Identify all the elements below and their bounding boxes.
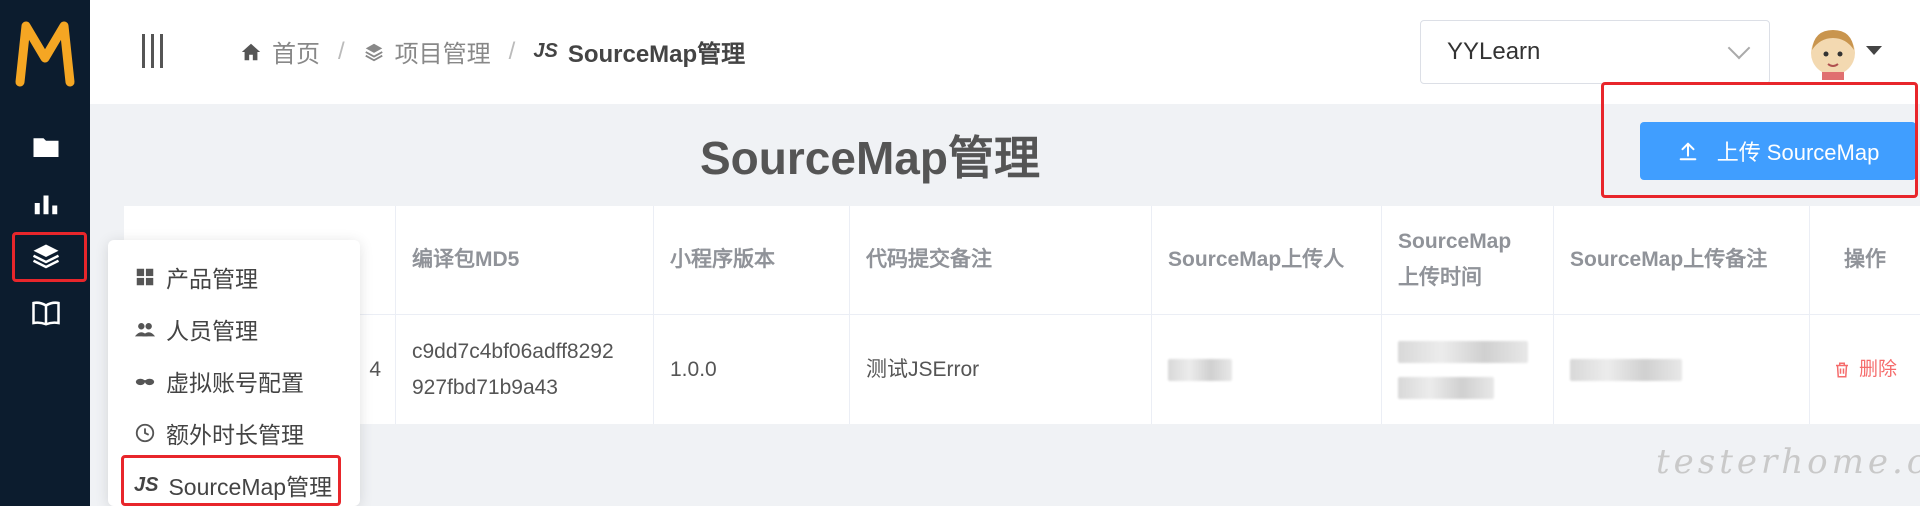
cell-commit: 测试JSError — [850, 314, 1152, 424]
delete-label: 删除 — [1858, 358, 1897, 380]
app-logo[interactable] — [14, 18, 76, 88]
project-select-value: YYLearn — [1447, 38, 1541, 65]
sourcemap-table: 编译包MD5 小程序版本 代码提交备注 SourceMap上传人 SourceM… — [124, 206, 1920, 424]
cell-uploader — [1152, 314, 1382, 424]
cell-md5: c9dd7c4bf06adff8292 927fbd71b9a43 — [396, 314, 654, 424]
layers-icon — [364, 43, 383, 61]
glasses-icon — [135, 378, 155, 386]
menu-item-virtual-account[interactable]: 虚拟账号配置 — [134, 364, 304, 398]
folder-icon[interactable] — [27, 128, 65, 166]
book-icon[interactable] — [27, 294, 65, 332]
watermark: testerhome.com — [1656, 442, 1920, 482]
breadcrumb-separator: / — [508, 37, 516, 65]
cell-upload-time — [1382, 314, 1554, 424]
cell-version: 1.0.0 — [654, 314, 850, 424]
redacted-remark — [1570, 358, 1682, 381]
column-header-upload-time: SourceMap 上传时间 — [1382, 206, 1554, 314]
upload-highlight-box — [1601, 82, 1918, 198]
column-header-commit: 代码提交备注 — [850, 206, 1152, 314]
trash-icon — [1835, 362, 1848, 377]
redacted-time-line2 — [1398, 376, 1494, 399]
breadcrumb-label: SourceMap管理 — [567, 41, 746, 68]
column-header-remark: SourceMap上传备注 — [1554, 206, 1810, 314]
home-icon — [241, 43, 261, 60]
page-title: SourceMap管理 — [700, 132, 1040, 184]
breadcrumb-separator: / — [338, 37, 345, 65]
column-header-action: 操作 — [1844, 248, 1886, 271]
grid-icon — [136, 268, 154, 286]
sidebar-active-highlight — [12, 232, 87, 282]
menu-item-members[interactable]: 人员管理 — [134, 312, 258, 346]
cell-md5-line2: 927fbd71b9a43 — [412, 375, 558, 399]
redacted-time-line1 — [1398, 340, 1528, 363]
project-select[interactable]: YYLearn — [1420, 20, 1770, 84]
sidebar — [0, 0, 90, 506]
avatar[interactable] — [1808, 26, 1858, 80]
breadcrumb: 首页 / 项目管理 / JS SourceMap管理 — [240, 34, 745, 69]
menu-item-label: 产品管理 — [166, 266, 258, 292]
cell-remark — [1554, 314, 1810, 424]
bar-chart-icon[interactable] — [27, 184, 65, 222]
delete-button[interactable]: 删除 — [1833, 352, 1897, 388]
menu-toggle-icon[interactable] — [142, 34, 172, 68]
menu-item-extra-duration[interactable]: 额外时长管理 — [134, 416, 304, 450]
breadcrumb-project[interactable]: 项目管理 — [363, 34, 491, 69]
users-icon — [134, 323, 156, 337]
cell-action: 删除 — [1810, 314, 1920, 424]
menu-item-product[interactable]: 产品管理 — [134, 260, 258, 294]
chevron-down-icon — [1727, 36, 1751, 60]
cell-md5-line1: c9dd7c4bf06adff8292 — [412, 339, 614, 363]
column-header-version: 小程序版本 — [654, 206, 850, 314]
menu-item-label: 人员管理 — [166, 318, 258, 344]
redacted-uploader — [1168, 358, 1232, 381]
breadcrumb-home[interactable]: 首页 — [240, 34, 320, 69]
column-header-upload-time-line1: SourceMap — [1398, 230, 1512, 253]
menu-highlight-box — [121, 455, 341, 506]
js-icon: JS — [533, 40, 558, 62]
breadcrumb-label: 首页 — [272, 41, 320, 68]
menu-item-label: 虚拟账号配置 — [166, 370, 304, 396]
clock-icon — [135, 423, 155, 443]
column-header-md5: 编译包MD5 — [396, 206, 654, 314]
column-header-uploader: SourceMap上传人 — [1152, 206, 1382, 314]
menu-item-label: 额外时长管理 — [166, 422, 304, 448]
breadcrumb-current: JS SourceMap管理 — [533, 34, 745, 69]
breadcrumb-label: 项目管理 — [394, 41, 491, 68]
caret-down-icon[interactable] — [1866, 46, 1882, 55]
column-header-upload-time-line2: 上传时间 — [1398, 266, 1482, 289]
